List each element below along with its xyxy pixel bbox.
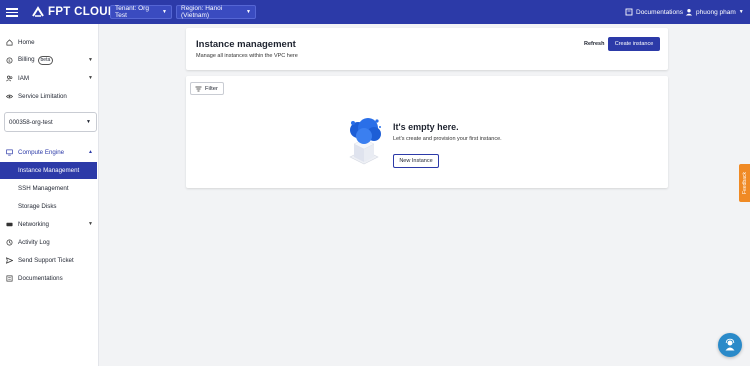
page-header-card: Instance management Manage all instances… [186, 28, 668, 70]
sidebar-item-label: Compute Engine [18, 148, 65, 156]
fpt-cloud-logo[interactable]: FPT CLOUD [31, 5, 117, 19]
eye-icon [6, 94, 13, 98]
filter-icon [195, 86, 202, 91]
sidebar-item-label: Networking [18, 220, 49, 228]
monitor-icon [6, 149, 13, 155]
menu-icon[interactable] [6, 6, 18, 18]
sidebar-item-label: SSH Management [18, 184, 69, 192]
empty-cloud-icon [349, 118, 381, 165]
sidebar-item-instance-management[interactable]: Instance Management [0, 162, 97, 179]
sidebar-item-label: Send Support Ticket [18, 256, 74, 264]
refresh-button[interactable]: Refresh [584, 41, 604, 47]
sidebar-item-label: Documentations [18, 274, 63, 282]
caret-down-icon: ▼ [246, 9, 251, 15]
support-agent-icon [725, 338, 735, 351]
chevron-down-icon: ▼ [88, 221, 93, 227]
sidebar-item-home[interactable]: Home [0, 34, 99, 50]
sidebar-item-label: Service Limitation [18, 92, 67, 100]
filter-label: Filter [205, 85, 218, 92]
sidebar-item-activity-log[interactable]: Activity Log [0, 234, 99, 250]
instances-card: Filter It's empty here. Let's create and… [186, 76, 668, 188]
sidebar-item-iam[interactable]: IAM ▼ [0, 70, 99, 86]
region-select[interactable]: Region: Hanoi (Vietnam) ▼ [176, 5, 256, 19]
empty-state-title: It's empty here. [393, 122, 459, 132]
sidebar-item-label: Home [18, 38, 35, 46]
tenant-label: Tenant: Org Test [115, 5, 149, 19]
svg-text:$: $ [8, 58, 10, 62]
sidebar-item-label: Storage Disks [18, 202, 57, 210]
caret-down-icon: ▼ [738, 9, 744, 15]
sidebar-item-service-limitation[interactable]: Service Limitation [0, 88, 99, 104]
feedback-tab[interactable]: Feedback [739, 164, 750, 202]
sidebar-item-networking[interactable]: Networking ▼ [0, 216, 99, 232]
chevron-up-icon: ▲ [88, 149, 93, 155]
feedback-label: Feedback [741, 172, 748, 194]
sidebar-item-documentations[interactable]: Documentations [0, 270, 99, 286]
caret-down-icon: ▼ [86, 119, 91, 125]
tenant-select[interactable]: Tenant: Org Test ▼ [110, 5, 172, 19]
sidebar-item-ssh-management[interactable]: SSH Management [0, 180, 99, 196]
filter-button[interactable]: Filter [190, 82, 224, 95]
chevron-down-icon: ▼ [88, 75, 93, 81]
create-instance-button[interactable]: Create instance [608, 37, 660, 51]
logo-mark-icon [32, 6, 44, 17]
logo-text: FPT CLOUD [48, 6, 117, 18]
sidebar-item-label: Instance Management [18, 167, 80, 174]
sidebar-item-storage-disks[interactable]: Storage Disks [0, 198, 99, 214]
history-icon [6, 239, 13, 245]
home-icon [6, 38, 13, 45]
org-select[interactable]: 000358-org-test ▼ [4, 112, 97, 132]
user-icon [685, 9, 693, 16]
book-icon [6, 275, 13, 281]
users-icon [6, 75, 13, 81]
caret-down-icon: ▼ [162, 9, 167, 15]
book-icon [625, 8, 633, 16]
region-label: Region: Hanoi (Vietnam) [181, 5, 223, 19]
sidebar: Home $ Billing beta ▼ IAM ▼ Service Limit… [0, 24, 99, 366]
billing-icon: $ [6, 57, 13, 63]
user-name: phuong pham [696, 8, 736, 16]
network-icon [6, 222, 13, 226]
sidebar-item-billing[interactable]: $ Billing beta ▼ [0, 52, 99, 68]
page-title: Instance management [196, 39, 296, 50]
sidebar-item-compute-engine[interactable]: Compute Engine ▲ [0, 144, 99, 160]
page-subtitle: Manage all instances within the VPC here [196, 53, 298, 59]
documentations-link[interactable]: Documentations [625, 0, 683, 24]
send-icon [6, 256, 13, 264]
beta-badge: beta [37, 55, 54, 65]
documentations-label: Documentations [636, 8, 683, 16]
new-instance-button[interactable]: New Instance [393, 154, 439, 168]
sidebar-item-send-support-ticket[interactable]: Send Support Ticket [0, 252, 99, 268]
sidebar-item-label: Billing beta [18, 55, 54, 65]
org-select-value: 000358-org-test [9, 118, 53, 126]
top-bar: FPT CLOUD Tenant: Org Test ▼ Region: Han… [0, 0, 750, 24]
empty-state-description: Let's create and provision your first in… [393, 136, 502, 142]
sidebar-item-label: IAM [18, 74, 30, 82]
chevron-down-icon: ▼ [88, 57, 93, 63]
chat-support-button[interactable] [718, 333, 742, 357]
sidebar-item-label: Activity Log [18, 238, 50, 246]
user-menu[interactable]: phuong pham ▼ [685, 0, 744, 24]
billing-label: Billing [18, 55, 35, 63]
